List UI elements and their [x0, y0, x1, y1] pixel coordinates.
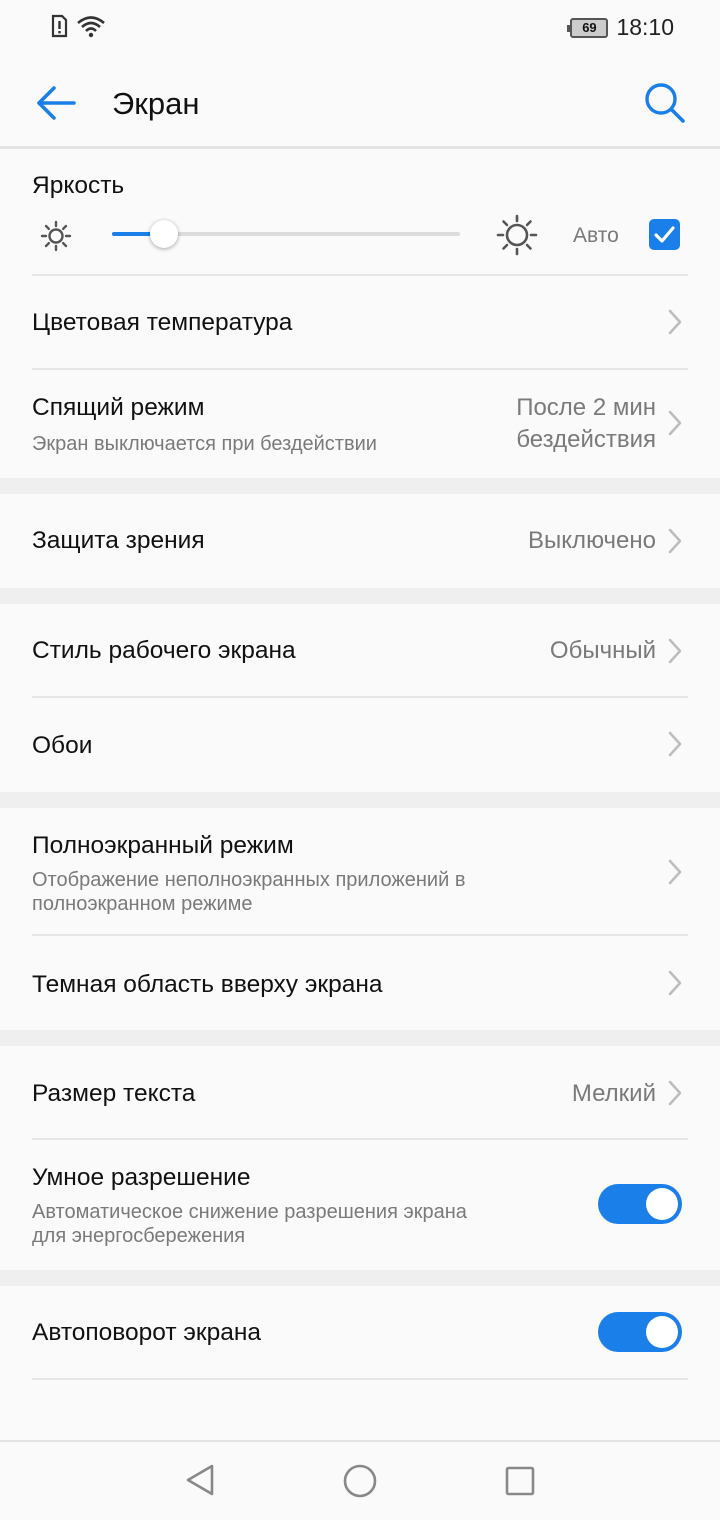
smart-resolution-toggle[interactable] [598, 1184, 682, 1224]
row-value: Мелкий [571, 1080, 656, 1107]
auto-brightness-checkbox[interactable] [649, 219, 680, 250]
row-title: Темная область вверху экрана [32, 971, 383, 998]
divider [32, 1378, 688, 1380]
smart-resolution-row: Умное разрешение Автоматическое снижение… [0, 1140, 720, 1270]
navigation-bar [0, 1440, 720, 1520]
fullscreen-row[interactable]: Полноэкранный режим Отображение неполноэ… [0, 808, 720, 934]
toggle-knob [646, 1188, 678, 1220]
app-bar-divider [0, 146, 720, 149]
brightness-slider[interactable] [112, 220, 460, 248]
search-button[interactable] [642, 80, 688, 126]
wifi-icon [77, 16, 105, 38]
auto-rotate-toggle[interactable] [598, 1312, 682, 1352]
sun-large-icon [496, 214, 538, 256]
row-subtitle: Экран выключается при бездействии [32, 433, 377, 455]
row-value: Выключено [528, 527, 656, 554]
battery-icon: 69 [567, 17, 609, 38]
wallpaper-row[interactable]: Обои [0, 698, 720, 792]
chevron-right-icon [668, 1080, 682, 1106]
check-icon [654, 226, 675, 243]
clock: 18:10 [616, 14, 674, 40]
row-title: Размер текста [32, 1080, 196, 1107]
chevron-right-icon [668, 970, 682, 996]
sleep-row[interactable]: Спящий режим Экран выключается при безде… [0, 370, 720, 478]
row-title: Обои [32, 732, 93, 759]
auto-brightness-label: Авто [573, 224, 619, 247]
section-gap [0, 792, 720, 808]
battery-level: 69 [582, 19, 597, 35]
chevron-right-icon [668, 638, 682, 664]
row-value-line2: бездействия [516, 426, 656, 453]
chevron-right-icon [668, 859, 682, 885]
row-title: Умное разрешение [32, 1164, 251, 1191]
toggle-knob [646, 1316, 678, 1348]
sun-small-icon [40, 220, 72, 252]
brightness-slider-thumb[interactable] [150, 220, 178, 248]
row-subtitle-line1: Автоматическое снижение разрешения экран… [32, 1201, 467, 1223]
status-icons-right: 69 18:10 [567, 14, 674, 41]
row-title: Защита зрения [32, 527, 205, 554]
brightness-title: Яркость [32, 172, 125, 199]
row-title: Спящий режим [32, 394, 205, 421]
row-title: Полноэкранный режим [32, 832, 294, 859]
circle-home-icon[interactable] [341, 1462, 379, 1500]
square-recent-icon[interactable] [503, 1464, 537, 1498]
chevron-right-icon [668, 410, 682, 436]
search-icon [645, 83, 685, 123]
section-gap [0, 588, 720, 604]
row-value-line1: После 2 мин [516, 394, 656, 421]
row-subtitle-line2: для энергосбережения [32, 1225, 246, 1247]
row-subtitle-line1: Отображение неполноэкранных приложений в [32, 869, 466, 891]
text-size-row[interactable]: Размер текста Мелкий [0, 1046, 720, 1138]
sim-alert-icon [51, 14, 68, 38]
back-button[interactable] [30, 80, 82, 126]
section-gap [0, 1270, 720, 1286]
row-title: Стиль рабочего экрана [32, 637, 296, 664]
status-icons-left [50, 14, 106, 38]
notch-row[interactable]: Темная область вверху экрана [0, 936, 720, 1030]
color-temperature-row[interactable]: Цветовая температура [0, 276, 720, 368]
app-bar: Экран [0, 56, 720, 148]
section-gap [0, 1030, 720, 1046]
status-bar: 69 18:10 [0, 0, 720, 56]
eye-comfort-row[interactable]: Защита зрения Выключено [0, 494, 720, 588]
row-title: Цветовая температура [32, 309, 293, 336]
auto-rotate-row: Автоповорот экрана [0, 1286, 720, 1378]
section-gap [0, 478, 720, 494]
arrow-left-icon [37, 86, 76, 120]
row-value: Обычный [549, 637, 656, 664]
home-style-row[interactable]: Стиль рабочего экрана Обычный [0, 604, 720, 696]
row-subtitle-line2: полноэкранном режиме [32, 893, 253, 915]
triangle-back-icon[interactable] [182, 1462, 218, 1498]
page-title: Экран [112, 86, 200, 121]
chevron-right-icon [668, 731, 682, 757]
row-title: Автоповорот экрана [32, 1319, 262, 1346]
chevron-right-icon [668, 528, 682, 554]
chevron-right-icon [668, 309, 682, 335]
